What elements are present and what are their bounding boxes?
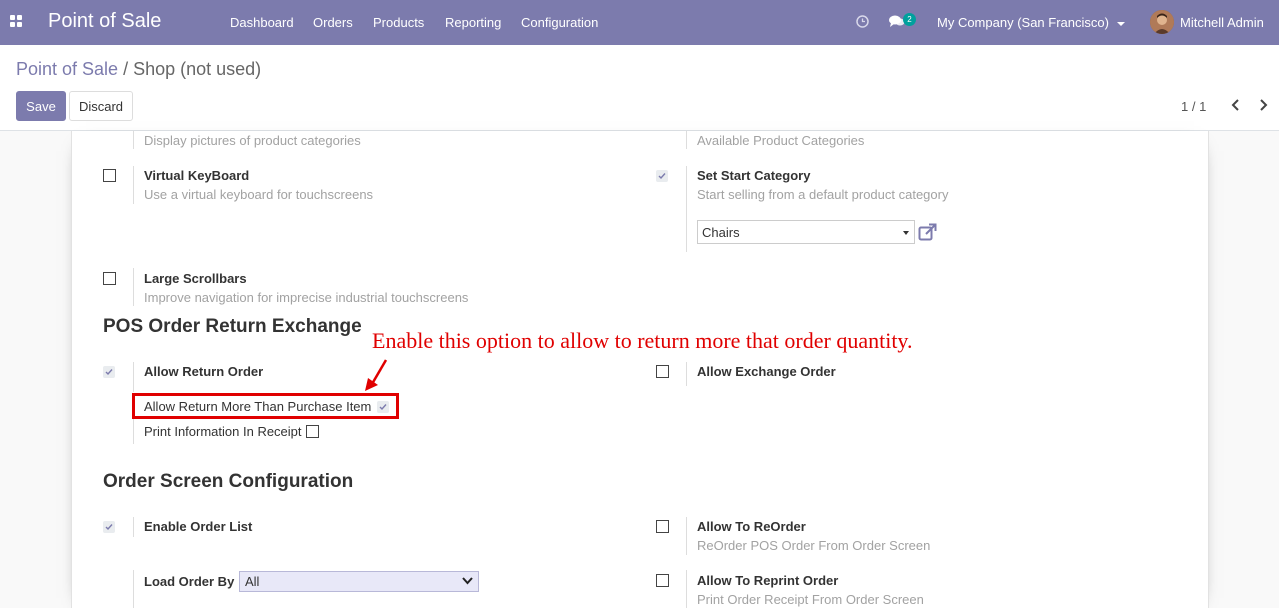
- menu-reporting[interactable]: Reporting: [445, 15, 501, 30]
- start-category-hint: Start selling from a default product cat…: [697, 187, 949, 202]
- discard-button[interactable]: Discard: [69, 91, 133, 121]
- save-button[interactable]: Save: [16, 91, 66, 121]
- start-category-select[interactable]: Chairs: [697, 220, 915, 244]
- user-name[interactable]: Mitchell Admin: [1180, 15, 1264, 30]
- allow-exchange-checkbox[interactable]: [656, 365, 669, 378]
- virtual-keyboard-checkbox[interactable]: [103, 169, 116, 182]
- menu-configuration[interactable]: Configuration: [521, 15, 598, 30]
- print-info-label: Print Information In Receipt: [144, 424, 302, 439]
- start-category-value: Chairs: [702, 225, 740, 240]
- large-scrollbars-hint: Improve navigation for imprecise industr…: [144, 290, 469, 305]
- checkmark-icon: [658, 173, 666, 180]
- show-category-images-hint: Display pictures of product categories: [144, 133, 361, 148]
- large-scrollbars-title: Large Scrollbars: [144, 271, 247, 286]
- virtual-keyboard-title: Virtual KeyBoard: [144, 168, 250, 183]
- breadcrumb-separator: /: [123, 59, 129, 79]
- pager-next-icon[interactable]: [1257, 98, 1269, 112]
- allow-return-checkbox[interactable]: [103, 366, 115, 378]
- chevron-down-icon: [462, 577, 473, 585]
- checkmark-icon: [105, 369, 113, 376]
- load-order-by-select[interactable]: All: [239, 571, 479, 592]
- section-title-return-exchange: POS Order Return Exchange: [103, 316, 362, 337]
- app-title[interactable]: Point of Sale: [48, 10, 161, 33]
- section-title-order-screen: Order Screen Configuration: [103, 471, 354, 492]
- pager-value[interactable]: 1 / 1: [1181, 99, 1206, 114]
- dropdown-arrow-icon: [903, 231, 909, 235]
- allow-reorder-hint: ReOrder POS Order From Order Screen: [697, 538, 931, 553]
- start-category-checkbox[interactable]: [656, 170, 668, 182]
- large-scrollbars-checkbox[interactable]: [103, 272, 116, 285]
- checkmark-icon: [105, 524, 113, 531]
- menu-dashboard[interactable]: Dashboard: [230, 15, 294, 30]
- enable-order-list-title: Enable Order List: [144, 519, 253, 534]
- allow-return-title: Allow Return Order: [144, 364, 264, 379]
- checkmark-icon: [379, 404, 387, 411]
- allow-exchange-title: Allow Exchange Order: [697, 364, 836, 379]
- annotation-arrow-icon: [365, 359, 388, 391]
- activity-clock-icon[interactable]: [856, 15, 869, 28]
- external-link-icon[interactable]: [918, 223, 937, 241]
- allow-reprint-checkbox[interactable]: [656, 574, 669, 587]
- control-panel: Point of Sale / Shop (not used) Save Disca…: [0, 45, 1279, 131]
- company-switcher[interactable]: My Company (San Francisco): [937, 15, 1125, 30]
- load-order-by-label: Load Order By: [144, 574, 235, 589]
- menu-orders[interactable]: Orders: [313, 15, 353, 30]
- print-info-checkbox[interactable]: [306, 425, 319, 438]
- allow-return-more-label: Allow Return More Than Purchase Item: [144, 399, 372, 414]
- breadcrumb-root[interactable]: Point of Sale: [16, 59, 118, 79]
- available-categories-hint: Available Product Categories: [697, 133, 865, 148]
- allow-reorder-title: Allow To ReOrder: [697, 519, 806, 534]
- apps-menu-icon[interactable]: [10, 15, 22, 27]
- chat-count-badge: 2: [903, 13, 916, 26]
- load-order-by-value: All: [245, 574, 260, 589]
- user-avatar[interactable]: [1150, 10, 1174, 34]
- top-navbar: Point of Sale Dashboard Orders Products …: [0, 0, 1279, 45]
- caret-down-icon: [1116, 21, 1125, 26]
- breadcrumb-current: Shop (not used): [133, 59, 262, 79]
- pager-previous-icon[interactable]: [1230, 98, 1242, 112]
- allow-reprint-hint: Print Order Receipt From Order Screen: [697, 592, 924, 607]
- enable-order-list-checkbox[interactable]: [103, 521, 115, 533]
- allow-reorder-checkbox[interactable]: [656, 520, 669, 533]
- allow-return-more-checkbox[interactable]: [377, 401, 389, 413]
- breadcrumb: Point of Sale / Shop (not used): [16, 59, 261, 80]
- company-name: My Company (San Francisco): [937, 15, 1109, 30]
- menu-products[interactable]: Products: [373, 15, 424, 30]
- annotation-text: Enable this option to allow to return mo…: [372, 328, 913, 353]
- start-category-title: Set Start Category: [697, 168, 811, 183]
- virtual-keyboard-hint: Use a virtual keyboard for touchscreens: [144, 187, 374, 202]
- allow-reprint-title: Allow To Reprint Order: [697, 573, 839, 588]
